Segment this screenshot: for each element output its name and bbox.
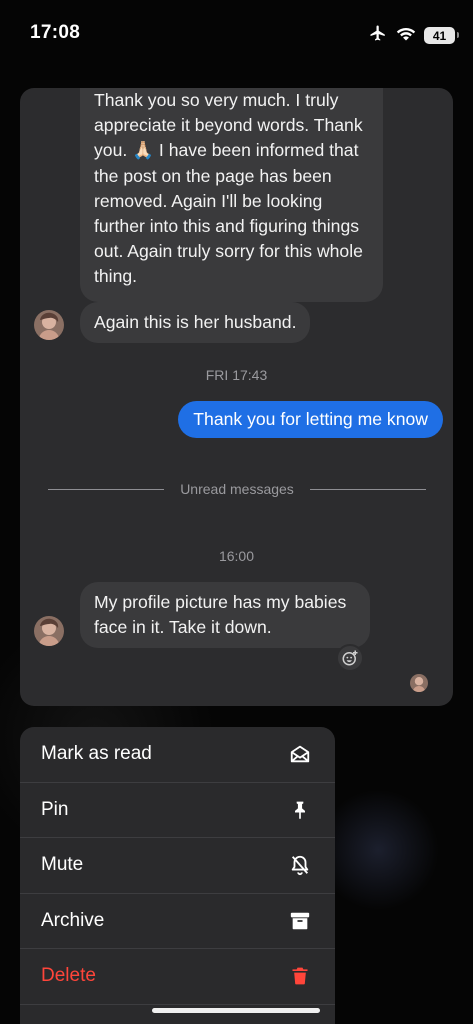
menu-item-delete[interactable]: Delete bbox=[20, 949, 335, 1005]
message-bubble-outgoing[interactable]: Thank you for letting me know bbox=[178, 401, 443, 438]
menu-item-mute[interactable]: Mute bbox=[20, 838, 335, 894]
menu-item-pin[interactable]: Pin bbox=[20, 783, 335, 838]
contact-avatar[interactable] bbox=[34, 310, 64, 340]
wifi-icon bbox=[396, 25, 416, 46]
airplane-icon bbox=[368, 24, 388, 47]
message-timestamp: FRI 17:43 bbox=[205, 367, 268, 383]
menu-item-mark-as-read[interactable]: Mark as read bbox=[20, 727, 335, 783]
message-timestamp: 16:00 bbox=[218, 548, 255, 564]
unread-label: Unread messages bbox=[180, 481, 294, 497]
bell-slash-icon bbox=[289, 854, 311, 876]
pin-icon bbox=[289, 799, 311, 821]
trash-icon bbox=[289, 965, 311, 987]
divider-line bbox=[48, 488, 165, 490]
context-menu: Mark as read Pin Mute Archive Delete bbox=[20, 727, 335, 1024]
status-icons: 41 bbox=[368, 24, 459, 47]
menu-item-label: Delete bbox=[41, 965, 96, 987]
envelope-open-icon bbox=[289, 743, 311, 765]
message-bubble-incoming[interactable]: Again this is her husband. bbox=[80, 302, 311, 344]
battery-icon: 41 bbox=[424, 27, 459, 44]
menu-item-label: Mark as read bbox=[41, 743, 152, 765]
menu-item-label: Mute bbox=[41, 854, 84, 876]
archive-box-icon bbox=[289, 910, 311, 932]
emoji-add-icon bbox=[342, 650, 358, 666]
add-reaction-button[interactable] bbox=[336, 644, 364, 672]
screen: 17:08 41 Thank you so very much. I truly… bbox=[0, 0, 473, 1024]
menu-item-label: Pin bbox=[41, 798, 69, 820]
unread-divider: Unread messages bbox=[48, 481, 426, 497]
message-bubble-incoming[interactable]: Thank you so very much. I truly apprecia… bbox=[80, 88, 383, 302]
status-time: 17:08 bbox=[30, 22, 81, 43]
divider-line bbox=[309, 488, 426, 490]
menu-item-archive[interactable]: Archive bbox=[20, 894, 335, 949]
conversation-preview[interactable]: Thank you so very much. I truly apprecia… bbox=[20, 88, 453, 706]
message-bubble-incoming[interactable]: My profile picture has my babies face in… bbox=[80, 582, 370, 649]
contact-avatar[interactable] bbox=[34, 616, 64, 646]
home-indicator[interactable] bbox=[152, 1008, 320, 1013]
status-bar: 17:08 41 bbox=[0, 0, 473, 70]
read-receipt-avatar bbox=[410, 674, 428, 692]
menu-item-label: Archive bbox=[41, 909, 105, 931]
